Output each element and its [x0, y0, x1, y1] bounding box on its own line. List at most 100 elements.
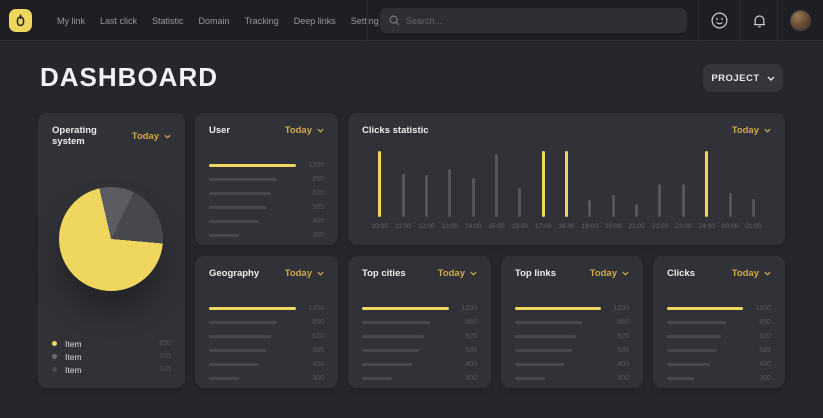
vbar: [612, 195, 615, 217]
vbar-wrap: [518, 151, 521, 217]
hbar-row: 585: [209, 343, 324, 357]
vbar-column: 24:00: [695, 151, 718, 237]
hbar-track: [209, 192, 296, 195]
search-input[interactable]: [406, 16, 678, 26]
period-dropdown[interactable]: Today: [732, 125, 771, 136]
hbar-value: 300: [457, 375, 477, 382]
project-dropdown-button[interactable]: PROJECT: [703, 64, 783, 92]
time-label: 11:00: [395, 223, 411, 230]
hbar-value: 1200: [304, 162, 324, 169]
vbar-column: 20:00: [602, 151, 625, 237]
hbar-value: 620: [304, 333, 324, 340]
clicks-statistic-chart: 10:00 11:00 12:00 13:00: [368, 151, 765, 237]
card-title: Clicks: [667, 268, 695, 279]
time-label: 10:00: [372, 223, 388, 230]
nav-item-domain[interactable]: Domain: [199, 16, 230, 26]
hbar: [362, 335, 424, 338]
hbar-value: 300: [304, 375, 324, 382]
hbar-track: [667, 363, 743, 366]
vbar: [658, 184, 661, 217]
nav-item-last-click[interactable]: Last click: [100, 16, 137, 26]
time-label: 20:00: [605, 223, 621, 230]
hbar: [515, 377, 545, 380]
vbar-column: 23:00: [672, 151, 695, 237]
user-bar-chart: 1200 850 620 585: [209, 158, 324, 242]
hbar-row: 620: [362, 329, 477, 343]
hbar: [515, 321, 582, 324]
hbar-track: [515, 321, 601, 324]
nav-item-statistic[interactable]: Statistic: [152, 16, 184, 26]
main-nav: My link Last click Statistic Domain Tracking…: [57, 0, 379, 41]
profile-menu[interactable]: [777, 0, 823, 41]
chevron-down-icon: [164, 134, 171, 139]
hbar: [209, 377, 239, 380]
hbar-track: [667, 307, 743, 310]
account-button[interactable]: [698, 0, 740, 41]
hbar: [515, 349, 572, 352]
vbar-column: 10:00: [368, 151, 391, 237]
hbar: [209, 178, 277, 181]
hbar-track: [515, 335, 601, 338]
vbar-column: 12:00: [415, 151, 438, 237]
hbar-value: 585: [609, 347, 629, 354]
hbar-value: 620: [609, 333, 629, 340]
nav-item-tracking[interactable]: Tracking: [245, 16, 279, 26]
user-avatar: [790, 10, 811, 31]
legend-value: 105: [159, 366, 171, 373]
vbar-column: 15:00: [485, 151, 508, 237]
hbar-track: [209, 335, 296, 338]
vbar: [752, 199, 755, 217]
hbar-row: 850: [209, 315, 324, 329]
vbar-wrap: [378, 151, 381, 217]
search-bar[interactable]: [380, 8, 687, 33]
hbar: [209, 206, 266, 209]
period-dropdown[interactable]: Today: [438, 268, 477, 279]
hbar: [209, 363, 259, 366]
period-label: Today: [732, 125, 759, 136]
chevron-down-icon: [317, 128, 324, 133]
hbar-track: [515, 307, 601, 310]
period-dropdown[interactable]: Today: [590, 268, 629, 279]
hbar-track: [209, 349, 296, 352]
page-title: DASHBOARD: [40, 62, 218, 93]
hbar-row: 620: [209, 329, 324, 343]
navbar-right-cluster: [698, 0, 823, 41]
period-label: Today: [285, 125, 312, 136]
vbar: [705, 151, 708, 217]
app-logo[interactable]: [9, 9, 32, 32]
hbar-value: 585: [304, 347, 324, 354]
hbar-value: 400: [609, 361, 629, 368]
card-top-cities: Top cities Today 1200 850: [348, 256, 491, 388]
hbar-track: [362, 307, 449, 310]
hbar: [362, 321, 430, 324]
hbar-value: 400: [304, 361, 324, 368]
hbar-track: [209, 321, 296, 324]
hbar-value: 585: [751, 347, 771, 354]
time-label: 13:00: [442, 223, 458, 230]
nav-item-setting[interactable]: Setting: [351, 16, 379, 26]
legend-label: Item: [65, 352, 82, 362]
hbar-row: 1200: [667, 301, 771, 315]
hbar-value: 850: [304, 176, 324, 183]
nav-item-deep-links[interactable]: Deep links: [294, 16, 336, 26]
vbar-column: 18:00: [555, 151, 578, 237]
hbar-track: [362, 377, 449, 380]
period-dropdown[interactable]: Today: [132, 131, 171, 142]
hbar-row: 585: [209, 200, 324, 214]
hbar-track: [209, 220, 296, 223]
hbar: [209, 349, 266, 352]
vbar-wrap: [542, 151, 545, 217]
vbar-wrap: [635, 151, 638, 217]
nav-item-my-link[interactable]: My link: [57, 16, 85, 26]
period-dropdown[interactable]: Today: [732, 268, 771, 279]
hbar-track: [362, 335, 449, 338]
period-dropdown[interactable]: Today: [285, 125, 324, 136]
hbar-row: 620: [209, 186, 324, 200]
top-navbar: My link Last click Statistic Domain Tracking…: [0, 0, 823, 41]
hbar-row: 850: [515, 315, 629, 329]
notifications-button[interactable]: [740, 0, 777, 41]
time-label: 23:00: [675, 223, 691, 230]
vbar-column: 16:00: [508, 151, 531, 237]
period-dropdown[interactable]: Today: [285, 268, 324, 279]
card-title: Geography: [209, 268, 259, 279]
